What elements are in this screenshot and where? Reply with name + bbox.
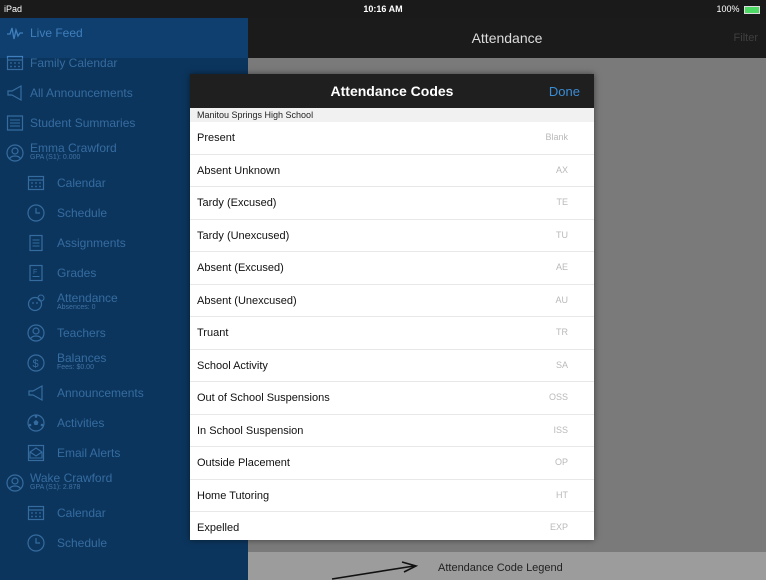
code-name: Expelled	[197, 522, 240, 534]
top-bar: Attendance Filter	[248, 18, 766, 58]
code-name: School Activity	[197, 359, 268, 372]
arrow-annotation	[331, 561, 419, 580]
school-name: Manitou Springs High School	[197, 110, 314, 120]
code-name: Absent (Unexcused)	[197, 294, 297, 307]
code-name: In School Suspension	[197, 424, 304, 437]
code-value: ISS	[553, 424, 568, 435]
code-value: AU	[555, 294, 568, 305]
code-row: Out of School Suspensions OSS	[190, 382, 594, 415]
clock: 10:16 AM	[363, 4, 403, 14]
modal-title: Attendance Codes	[330, 83, 454, 99]
activity-wave-icon	[7, 27, 23, 40]
code-value: EXP	[549, 522, 568, 532]
code-name: Tardy (Unexcused)	[197, 229, 290, 242]
code-row: Present Blank	[190, 122, 594, 155]
code-name: Truant	[197, 327, 229, 339]
attendance-codes-modal: Attendance Codes Done Manitou Springs Hi…	[190, 74, 594, 540]
code-name: Outside Placement	[197, 457, 290, 469]
code-value: Blank	[545, 132, 568, 142]
code-row: Tardy (Excused) TE	[190, 187, 594, 220]
code-value: OP	[554, 457, 568, 467]
code-name: Present	[197, 132, 235, 144]
code-value: TU	[556, 229, 568, 240]
modal-header: Attendance Codes Done	[190, 74, 594, 108]
school-section-header: Manitou Springs High School	[190, 108, 594, 122]
code-row: Absent (Unexcused) AU	[190, 284, 594, 317]
code-value: TR	[556, 327, 568, 337]
battery-indicator: 100%	[716, 4, 760, 14]
code-row: School Activity SA	[190, 349, 594, 382]
code-name: Out of School Suspensions	[197, 392, 330, 404]
code-value: OSS	[548, 392, 568, 402]
code-row: In School Suspension ISS	[190, 414, 594, 447]
code-row: Outside Placement OP	[190, 447, 594, 480]
code-name: Tardy (Excused)	[197, 197, 277, 209]
codes-list: Present Blank Absent Unknown AX Tardy (Excus…	[190, 122, 594, 540]
code-row: Home Tutoring HT	[190, 479, 594, 512]
status-bar: iPad 10:16 AM 100%	[0, 0, 766, 18]
page-title: Attendance	[471, 30, 543, 46]
filter-button[interactable]: Filter	[734, 32, 758, 44]
code-name: Home Tutoring	[197, 489, 270, 502]
code-value: TE	[556, 197, 568, 207]
sidebar-item-live-feed[interactable]: Live Feed	[0, 18, 248, 48]
code-value: SA	[555, 359, 568, 370]
code-value: AX	[555, 164, 568, 175]
attendance-code-legend-link[interactable]: Attendance Code Legend	[438, 562, 563, 574]
code-row: Truant TR	[190, 317, 594, 350]
code-row: Tardy (Unexcused) TU	[190, 219, 594, 252]
sidebar-item-label: Live Feed	[30, 26, 83, 40]
legend-bar: Attendance Code Legend	[248, 552, 766, 580]
code-row: Expelled EXP	[190, 512, 594, 540]
code-value: HT	[556, 489, 568, 500]
battery-icon	[744, 5, 760, 14]
code-value: AE	[555, 262, 568, 272]
done-button[interactable]: Done	[549, 84, 580, 99]
code-row: Absent Unknown AX	[190, 154, 594, 187]
battery-percent: 100%	[716, 4, 740, 14]
app-frame: iPad 10:16 AM 100% Live Feed Family Calen…	[0, 0, 766, 580]
code-name: Absent (Excused)	[197, 262, 284, 274]
code-name: Absent Unknown	[197, 164, 281, 177]
code-row: Absent (Excused) AE	[190, 252, 594, 285]
